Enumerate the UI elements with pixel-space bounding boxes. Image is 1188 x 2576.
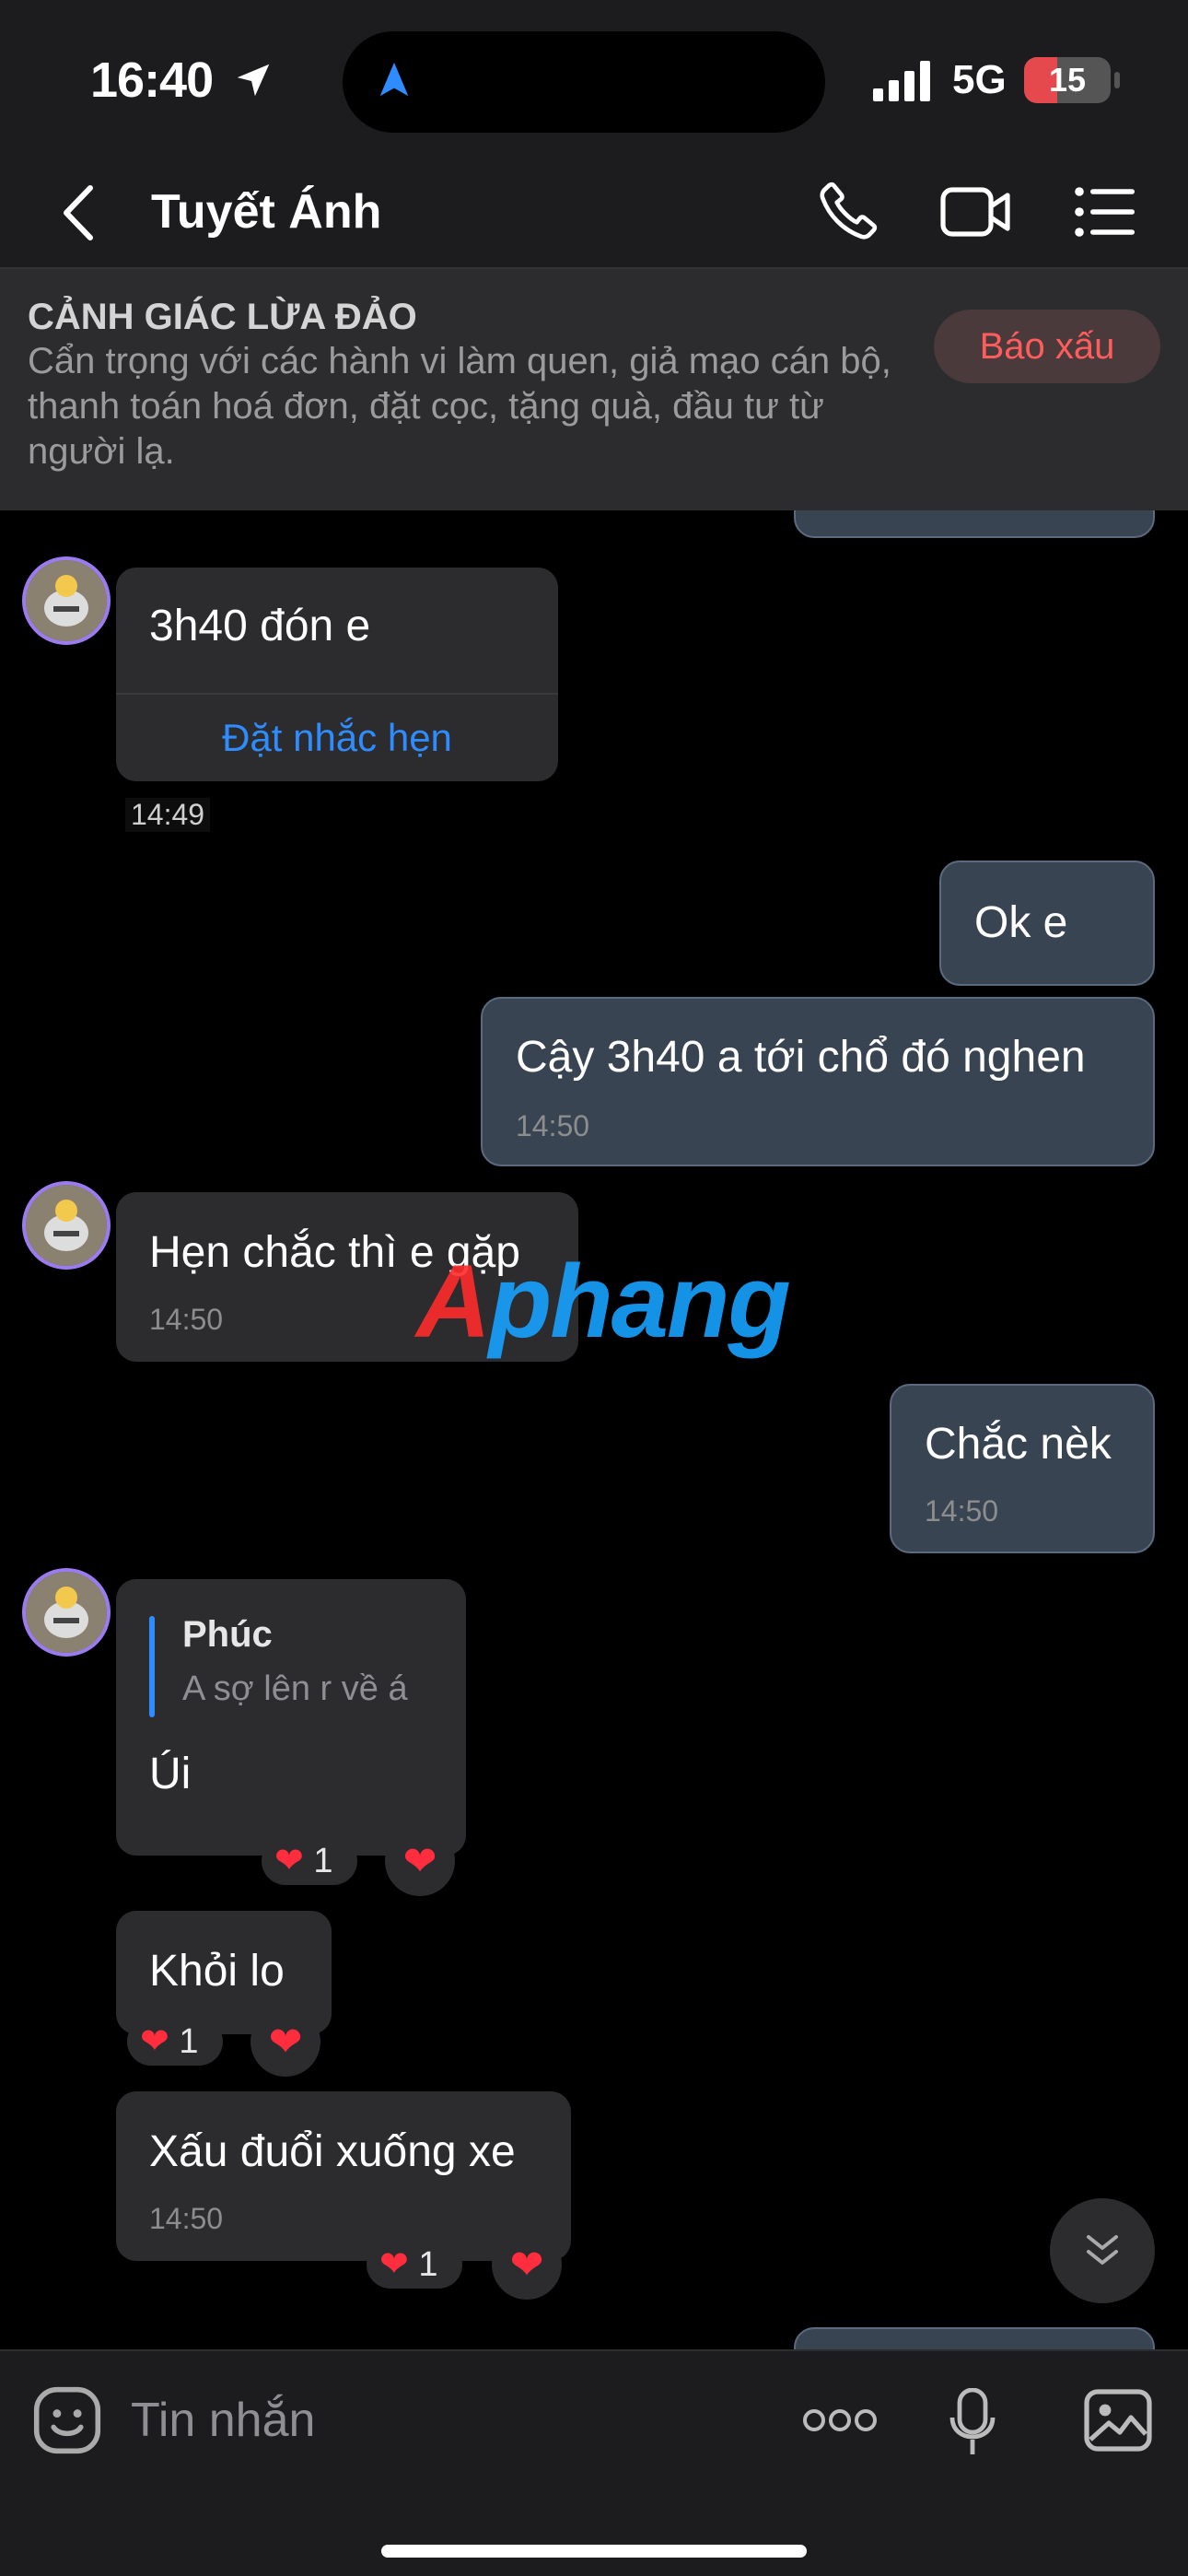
heart-icon: ❤ — [140, 2022, 169, 2061]
message-input[interactable] — [129, 2381, 774, 2460]
navigation-arrow-icon — [379, 62, 409, 97]
watermark: Aphang — [416, 1244, 791, 1359]
phone-call-icon[interactable] — [816, 179, 880, 243]
report-button[interactable]: Báo xấu — [934, 310, 1160, 383]
message-bubble[interactable]: Cậy 3h40 a tới chổ đó nghen 14:50 — [481, 997, 1155, 1166]
image-picker-icon[interactable] — [1083, 2388, 1153, 2453]
avatar[interactable] — [22, 1181, 111, 1270]
quote-author: Phúc — [182, 1614, 273, 1655]
react-heart-button[interactable]: ❤ — [385, 1826, 455, 1896]
message-text: Cậy 3h40 a tới chổ đó nghen — [516, 1033, 1086, 1082]
message-bubble-partial[interactable] — [794, 2327, 1155, 2349]
message-bubble[interactable]: 3h40 đón e Đặt nhắc hẹn — [116, 568, 558, 781]
battery-percent: 15 — [1048, 61, 1087, 99]
cellular-signal-icon — [873, 61, 930, 101]
message-text: Chắc nèk — [925, 1420, 1112, 1469]
message-time: 14:50 — [516, 1109, 590, 1142]
react-heart-button[interactable]: ❤ — [250, 2007, 320, 2077]
avatar-image — [26, 560, 107, 641]
message-time: 14:50 — [149, 1303, 224, 1336]
network-type: 5G — [952, 57, 1007, 102]
message-time: 14:50 — [925, 1494, 999, 1528]
message-bubble[interactable]: Phúc A sợ lên r về á Úi — [116, 1579, 466, 1856]
reaction-count: 1 — [418, 2245, 438, 2284]
message-bubble[interactable]: Ok e — [939, 861, 1155, 986]
more-options-icon[interactable] — [801, 2397, 879, 2443]
message-text: Úi — [149, 1750, 192, 1798]
reaction-summary[interactable]: ❤ 1 — [127, 2018, 223, 2066]
location-arrow-icon — [237, 64, 270, 97]
message-list[interactable]: 3h40 đón e Đặt nhắc hẹn 14:49 Ok e Cậy 3… — [0, 510, 1188, 2349]
message-text: Ok e — [974, 898, 1068, 947]
avatar[interactable] — [22, 1568, 111, 1657]
message-bubble[interactable]: Xấu đuổi xuống xe 14:50 — [116, 2091, 571, 2261]
quote-bar — [149, 1616, 155, 1717]
heart-icon: ❤ — [274, 1842, 304, 1880]
chat-header: Tuyết Ánh — [0, 157, 1188, 269]
react-heart-button[interactable]: ❤ — [492, 2230, 562, 2300]
reaction-summary[interactable]: ❤ 1 — [262, 1837, 357, 1885]
heart-icon: ❤ — [379, 2245, 409, 2284]
message-text: 3h40 đón e — [149, 602, 371, 650]
video-call-icon[interactable] — [939, 182, 1013, 241]
double-chevron-down-icon — [1087, 2235, 1118, 2265]
reaction-count: 1 — [179, 2022, 199, 2061]
reaction-count: 1 — [313, 1842, 333, 1880]
message-time: 14:49 — [125, 798, 211, 832]
contact-name[interactable]: Tuyết Ánh — [151, 184, 381, 240]
status-bar: 16:40 5G 15 — [0, 0, 1188, 157]
home-indicator[interactable] — [381, 2545, 807, 2558]
avatar-image — [26, 1572, 107, 1653]
microphone-icon[interactable] — [949, 2388, 996, 2456]
status-time: 16:40 — [90, 53, 214, 108]
battery-icon: 15 — [1024, 57, 1111, 103]
back-chevron-icon[interactable] — [53, 181, 109, 245]
battery-tip — [1114, 72, 1120, 88]
warning-title: CẢNH GIÁC LỪA ĐẢO — [28, 297, 417, 337]
message-text: Khỏi lo — [149, 1947, 285, 1996]
quote-text: A sợ lên r về á — [182, 1669, 408, 1708]
sticker-emoji-icon[interactable] — [33, 2386, 101, 2454]
scroll-to-bottom-button[interactable] — [1050, 2198, 1155, 2303]
avatar[interactable] — [22, 556, 111, 645]
scam-warning-banner: CẢNH GIÁC LỪA ĐẢO Cẩn trọng với các hành… — [0, 269, 1188, 510]
message-bubble-partial[interactable] — [794, 510, 1155, 538]
message-composer — [0, 2349, 1188, 2576]
warning-text: Cẩn trọng với các hành vi làm quen, giả … — [28, 341, 891, 472]
message-time: 14:50 — [149, 2202, 224, 2235]
menu-list-icon[interactable] — [1074, 184, 1135, 240]
set-reminder-button[interactable]: Đặt nhắc hẹn — [116, 695, 558, 781]
reaction-summary[interactable]: ❤ 1 — [367, 2241, 462, 2289]
message-bubble[interactable]: Chắc nèk 14:50 — [890, 1384, 1155, 1553]
message-text: Xấu đuổi xuống xe — [149, 2127, 516, 2176]
avatar-image — [26, 1185, 107, 1266]
